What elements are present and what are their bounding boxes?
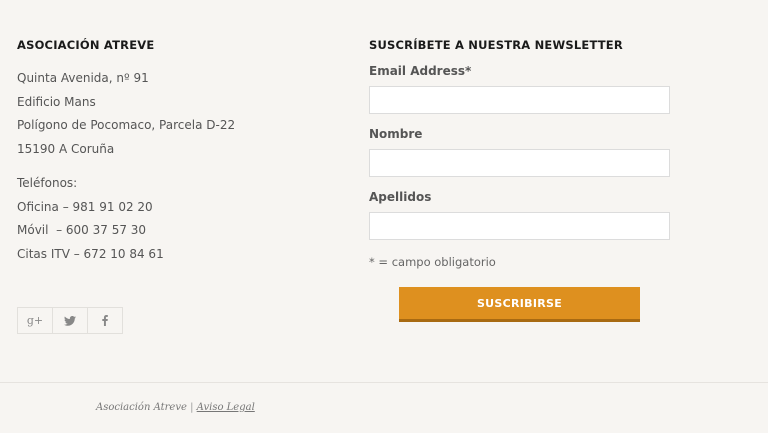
newsletter-heading: SUSCRÍBETE A NUESTRA NEWSLETTER [369,38,623,52]
association-heading: ASOCIACIÓN ATREVE [17,38,155,52]
phone-itv: Citas ITV – 672 10 84 61 [17,246,164,261]
twitter-icon [64,315,76,326]
facebook-icon [102,315,108,326]
social-links: g+ [17,307,123,334]
email-field[interactable] [369,86,670,114]
address-line: Edificio Mans [17,94,96,109]
twitter-button[interactable] [52,307,88,334]
apellidos-field[interactable] [369,212,670,240]
footer-separator: | [190,402,194,413]
subscribe-button[interactable]: SUSCRIBIRSE [399,287,640,322]
email-label: Email Address* [369,64,472,78]
facebook-button[interactable] [87,307,123,334]
footer-org: Asociación Atreve [96,402,187,413]
address-line: Quinta Avenida, nº 91 [17,71,149,85]
phones-block: Teléfonos: Oficina – 981 91 02 20 Móvil … [17,172,337,266]
address-block: Quinta Avenida, nº 91 Edificio Mans Polí… [17,67,337,161]
phone-mobile: Móvil – 600 37 57 30 [17,223,147,237]
association-section: ASOCIACIÓN ATREVE Quinta Avenida, nº 91 … [17,37,337,266]
phone-office: Oficina – 981 91 02 20 [17,199,153,214]
required-note: * = campo obligatorio [369,255,496,269]
apellidos-label: Apellidos [369,190,432,204]
footer: Asociación Atreve | Aviso Legal [96,402,255,413]
nombre-field[interactable] [369,149,670,177]
address-line: Polígono de Pocomaco, Parcela D-22 [17,118,236,132]
legal-link[interactable]: Aviso Legal [197,402,255,413]
google-plus-button[interactable]: g+ [17,307,53,334]
nombre-label: Nombre [369,127,423,141]
google-plus-icon: g+ [26,314,44,327]
newsletter-section: SUSCRÍBETE A NUESTRA NEWSLETTER Email Ad… [369,37,679,270]
footer-divider [0,382,768,383]
phones-heading: Teléfonos: [17,176,78,190]
address-line: 15190 A Coruña [17,141,115,156]
